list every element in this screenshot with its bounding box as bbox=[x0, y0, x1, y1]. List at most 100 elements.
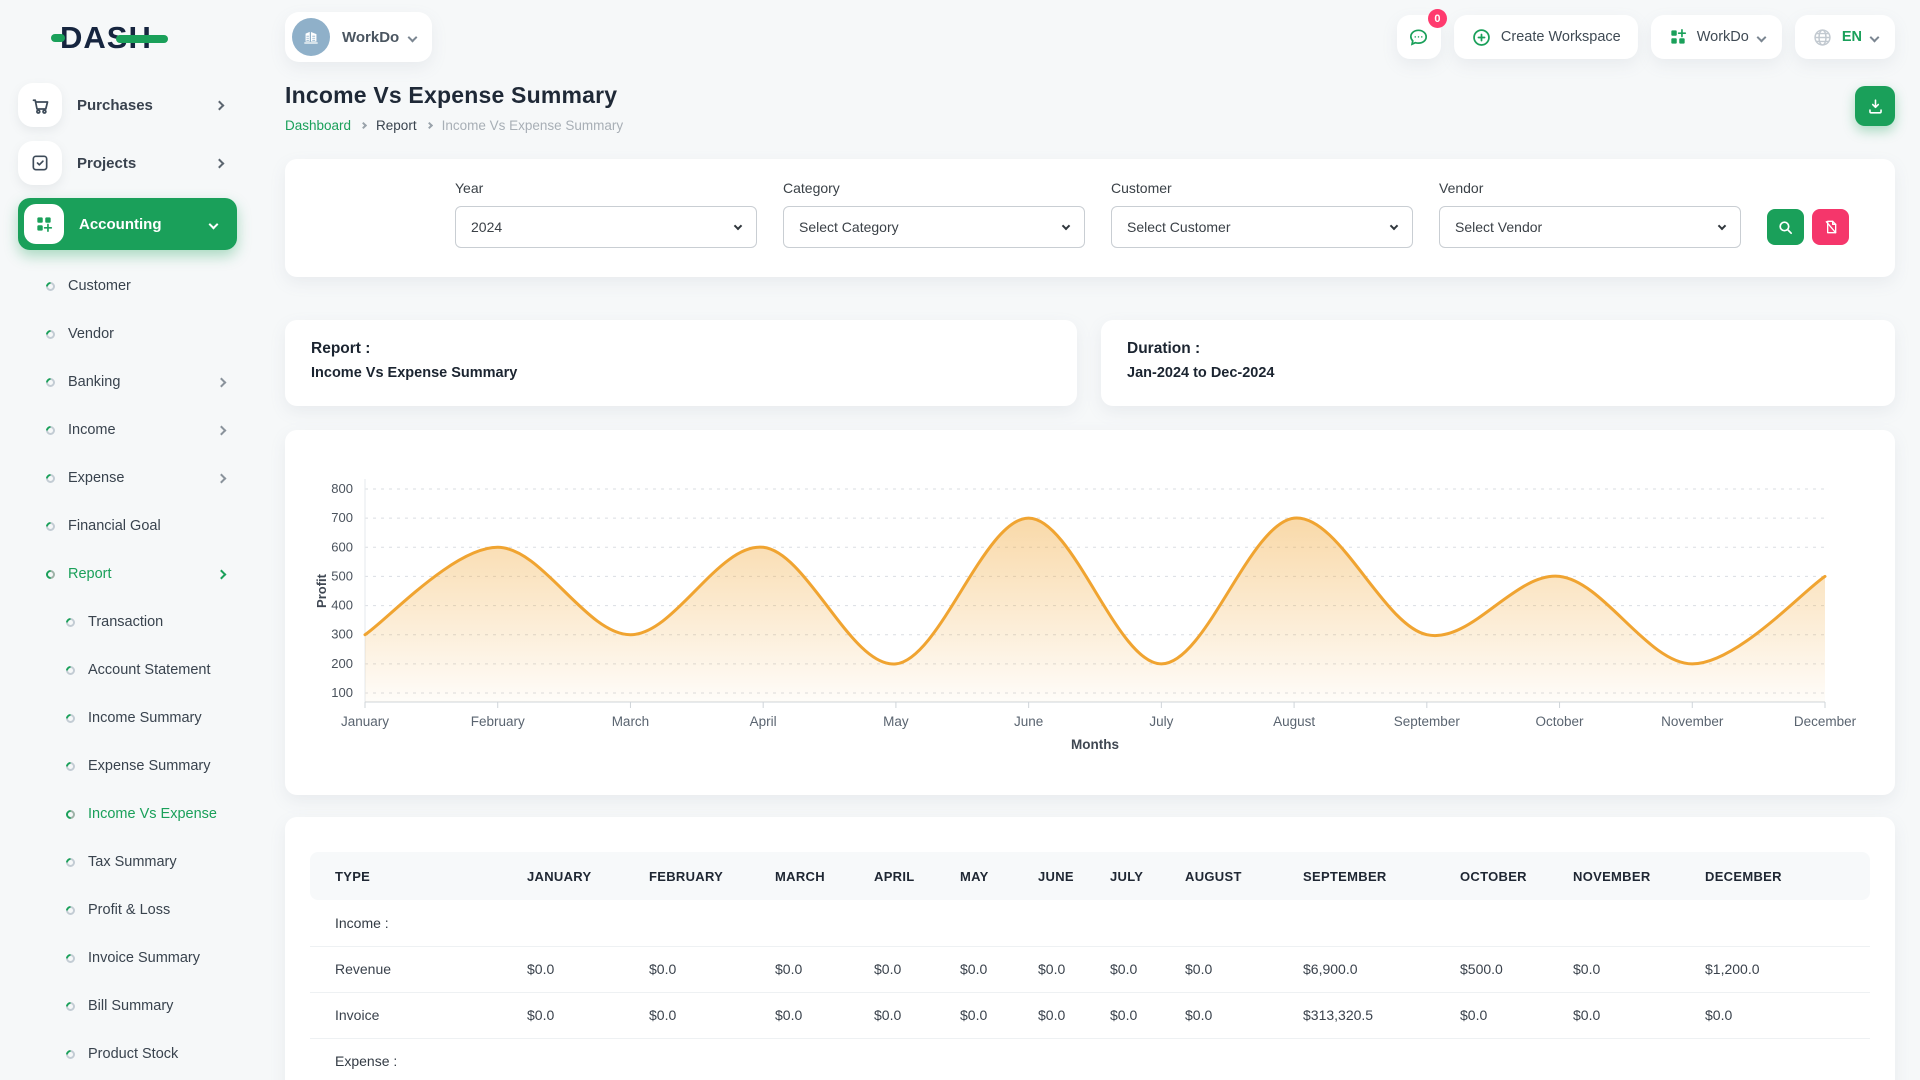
svg-text:October: October bbox=[1536, 714, 1585, 729]
cell-value: $0.0 bbox=[637, 946, 763, 992]
cell-value: $0.0 bbox=[637, 992, 763, 1038]
page-header: Income Vs Expense Summary Dashboard Repo… bbox=[285, 82, 1895, 133]
cell-value: $0.0 bbox=[1098, 946, 1173, 992]
row-label: Revenue bbox=[310, 946, 515, 992]
customer-value: Select Customer bbox=[1127, 219, 1230, 235]
sidebar-item-transaction[interactable]: Transaction bbox=[14, 598, 241, 646]
category-label: Category bbox=[783, 180, 1085, 196]
svg-text:100: 100 bbox=[331, 685, 353, 700]
messages-button[interactable]: 0 bbox=[1397, 15, 1441, 59]
language-selector[interactable]: EN bbox=[1795, 15, 1895, 59]
sidebar-item-expense-summary[interactable]: Expense Summary bbox=[14, 742, 241, 790]
sidebar-item-bill-summary[interactable]: Bill Summary bbox=[14, 982, 241, 1030]
sidebar-item-account-statement[interactable]: Account Statement bbox=[14, 646, 241, 694]
svg-text:June: June bbox=[1014, 714, 1043, 729]
cell-value: $0.0 bbox=[1026, 946, 1098, 992]
sidebar-item-projects[interactable]: Projects bbox=[18, 140, 237, 186]
sidebar-item-product-stock[interactable]: Product Stock bbox=[14, 1030, 241, 1078]
sidebar-item-label: Account Statement bbox=[88, 662, 211, 678]
tasks-icon bbox=[18, 141, 62, 185]
sidebar-item-label: Financial Goal bbox=[68, 518, 161, 534]
svg-text:500: 500 bbox=[331, 568, 353, 583]
sidebar-item-label: Tax Summary bbox=[88, 854, 177, 870]
report-summary-card: Report : Income Vs Expense Summary bbox=[285, 320, 1077, 406]
cell-value: $0.0 bbox=[862, 946, 948, 992]
cell-value: $0.0 bbox=[862, 992, 948, 1038]
download-button[interactable] bbox=[1855, 86, 1895, 126]
cell-value: $0.0 bbox=[515, 992, 637, 1038]
language-label: EN bbox=[1842, 29, 1862, 45]
svg-text:600: 600 bbox=[331, 539, 353, 554]
brand-logo[interactable]: DASH bbox=[60, 20, 152, 56]
filter-card: Year 2024 Category Select Category Custo… bbox=[285, 159, 1895, 277]
dot-icon bbox=[64, 1048, 77, 1061]
sidebar-item-income[interactable]: Income bbox=[14, 406, 241, 454]
sidebar-item-income-summary[interactable]: Income Summary bbox=[14, 694, 241, 742]
breadcrumb-report[interactable]: Report bbox=[376, 118, 417, 133]
sidebar-item-customer[interactable]: Customer bbox=[14, 262, 241, 310]
svg-text:December: December bbox=[1794, 714, 1857, 729]
sidebar-item-report[interactable]: Report bbox=[14, 550, 241, 598]
breadcrumb-dashboard[interactable]: Dashboard bbox=[285, 118, 351, 133]
page-title: Income Vs Expense Summary bbox=[285, 82, 623, 109]
workspace-menu-button[interactable]: WorkDo bbox=[1651, 15, 1782, 59]
sidebar-item-label: Projects bbox=[77, 155, 136, 172]
svg-text:April: April bbox=[750, 714, 777, 729]
sidebar-item-expense[interactable]: Expense bbox=[14, 454, 241, 502]
section-label: Income : bbox=[310, 900, 1870, 946]
cell-value: $0.0 bbox=[763, 946, 862, 992]
reset-filter-button[interactable] bbox=[1812, 209, 1849, 245]
svg-text:700: 700 bbox=[331, 510, 353, 525]
category-select[interactable]: Select Category bbox=[783, 206, 1085, 248]
grid-plus-icon bbox=[1668, 27, 1688, 47]
sidebar-item-label: Customer bbox=[68, 278, 131, 294]
section-label: Expense : bbox=[310, 1038, 1870, 1080]
year-select[interactable]: 2024 bbox=[455, 206, 757, 248]
dot-icon bbox=[44, 472, 57, 485]
column-header: TYPE bbox=[310, 852, 515, 900]
chevron-down-icon bbox=[1756, 32, 1766, 42]
customer-select[interactable]: Select Customer bbox=[1111, 206, 1413, 248]
cell-value: $0.0 bbox=[763, 992, 862, 1038]
cell-value: $313,320.5 bbox=[1291, 992, 1448, 1038]
dot-icon bbox=[64, 760, 77, 773]
brand-logo-text: DASH bbox=[60, 20, 152, 55]
column-header: AUGUST bbox=[1173, 852, 1291, 900]
sidebar-item-tax-summary[interactable]: Tax Summary bbox=[14, 838, 241, 886]
svg-text:Profit: Profit bbox=[314, 573, 329, 608]
accounting-submenu: Customer Vendor Banking Income Expense F… bbox=[14, 262, 241, 598]
sidebar-item-profit-loss[interactable]: Profit & Loss bbox=[14, 886, 241, 934]
column-header: MAY bbox=[948, 852, 1026, 900]
sidebar-item-vendor[interactable]: Vendor bbox=[14, 310, 241, 358]
create-workspace-button[interactable]: Create Workspace bbox=[1454, 15, 1638, 59]
dot-icon bbox=[64, 856, 77, 869]
category-value: Select Category bbox=[799, 219, 899, 235]
sidebar-item-income-vs-expense[interactable]: Income Vs Expense bbox=[14, 790, 241, 838]
globe-icon bbox=[1812, 27, 1833, 48]
chevron-right-icon bbox=[360, 122, 367, 129]
sidebar-item-invoice-summary[interactable]: Invoice Summary bbox=[14, 934, 241, 982]
cell-value: $0.0 bbox=[948, 992, 1026, 1038]
sidebar-item-banking[interactable]: Banking bbox=[14, 358, 241, 406]
workspace-selector[interactable]: WorkDo bbox=[285, 12, 432, 62]
dot-icon bbox=[44, 280, 57, 293]
topbar-actions: 0 Create Workspace WorkDo EN bbox=[1397, 15, 1895, 59]
duration-summary-card: Duration : Jan-2024 to Dec-2024 bbox=[1101, 320, 1895, 406]
column-header: APRIL bbox=[862, 852, 948, 900]
sidebar-item-purchases[interactable]: Purchases bbox=[18, 82, 237, 128]
filter-customer: Customer Select Customer bbox=[1111, 180, 1413, 248]
chevron-right-icon bbox=[426, 122, 433, 129]
dot-icon bbox=[44, 520, 57, 533]
column-header: JANUARY bbox=[515, 852, 637, 900]
vendor-select[interactable]: Select Vendor bbox=[1439, 206, 1741, 248]
duration-label: Duration : bbox=[1127, 340, 1869, 358]
sidebar-item-accounting[interactable]: Accounting bbox=[18, 198, 237, 250]
column-header: JULY bbox=[1098, 852, 1173, 900]
chevron-right-icon bbox=[217, 569, 227, 579]
sidebar-item-financial-goal[interactable]: Financial Goal bbox=[14, 502, 241, 550]
chevron-right-icon bbox=[215, 158, 225, 168]
chevron-down-icon bbox=[1718, 221, 1726, 229]
apply-filter-button[interactable] bbox=[1767, 209, 1804, 245]
chevron-right-icon bbox=[217, 425, 227, 435]
row-label: Invoice bbox=[310, 992, 515, 1038]
